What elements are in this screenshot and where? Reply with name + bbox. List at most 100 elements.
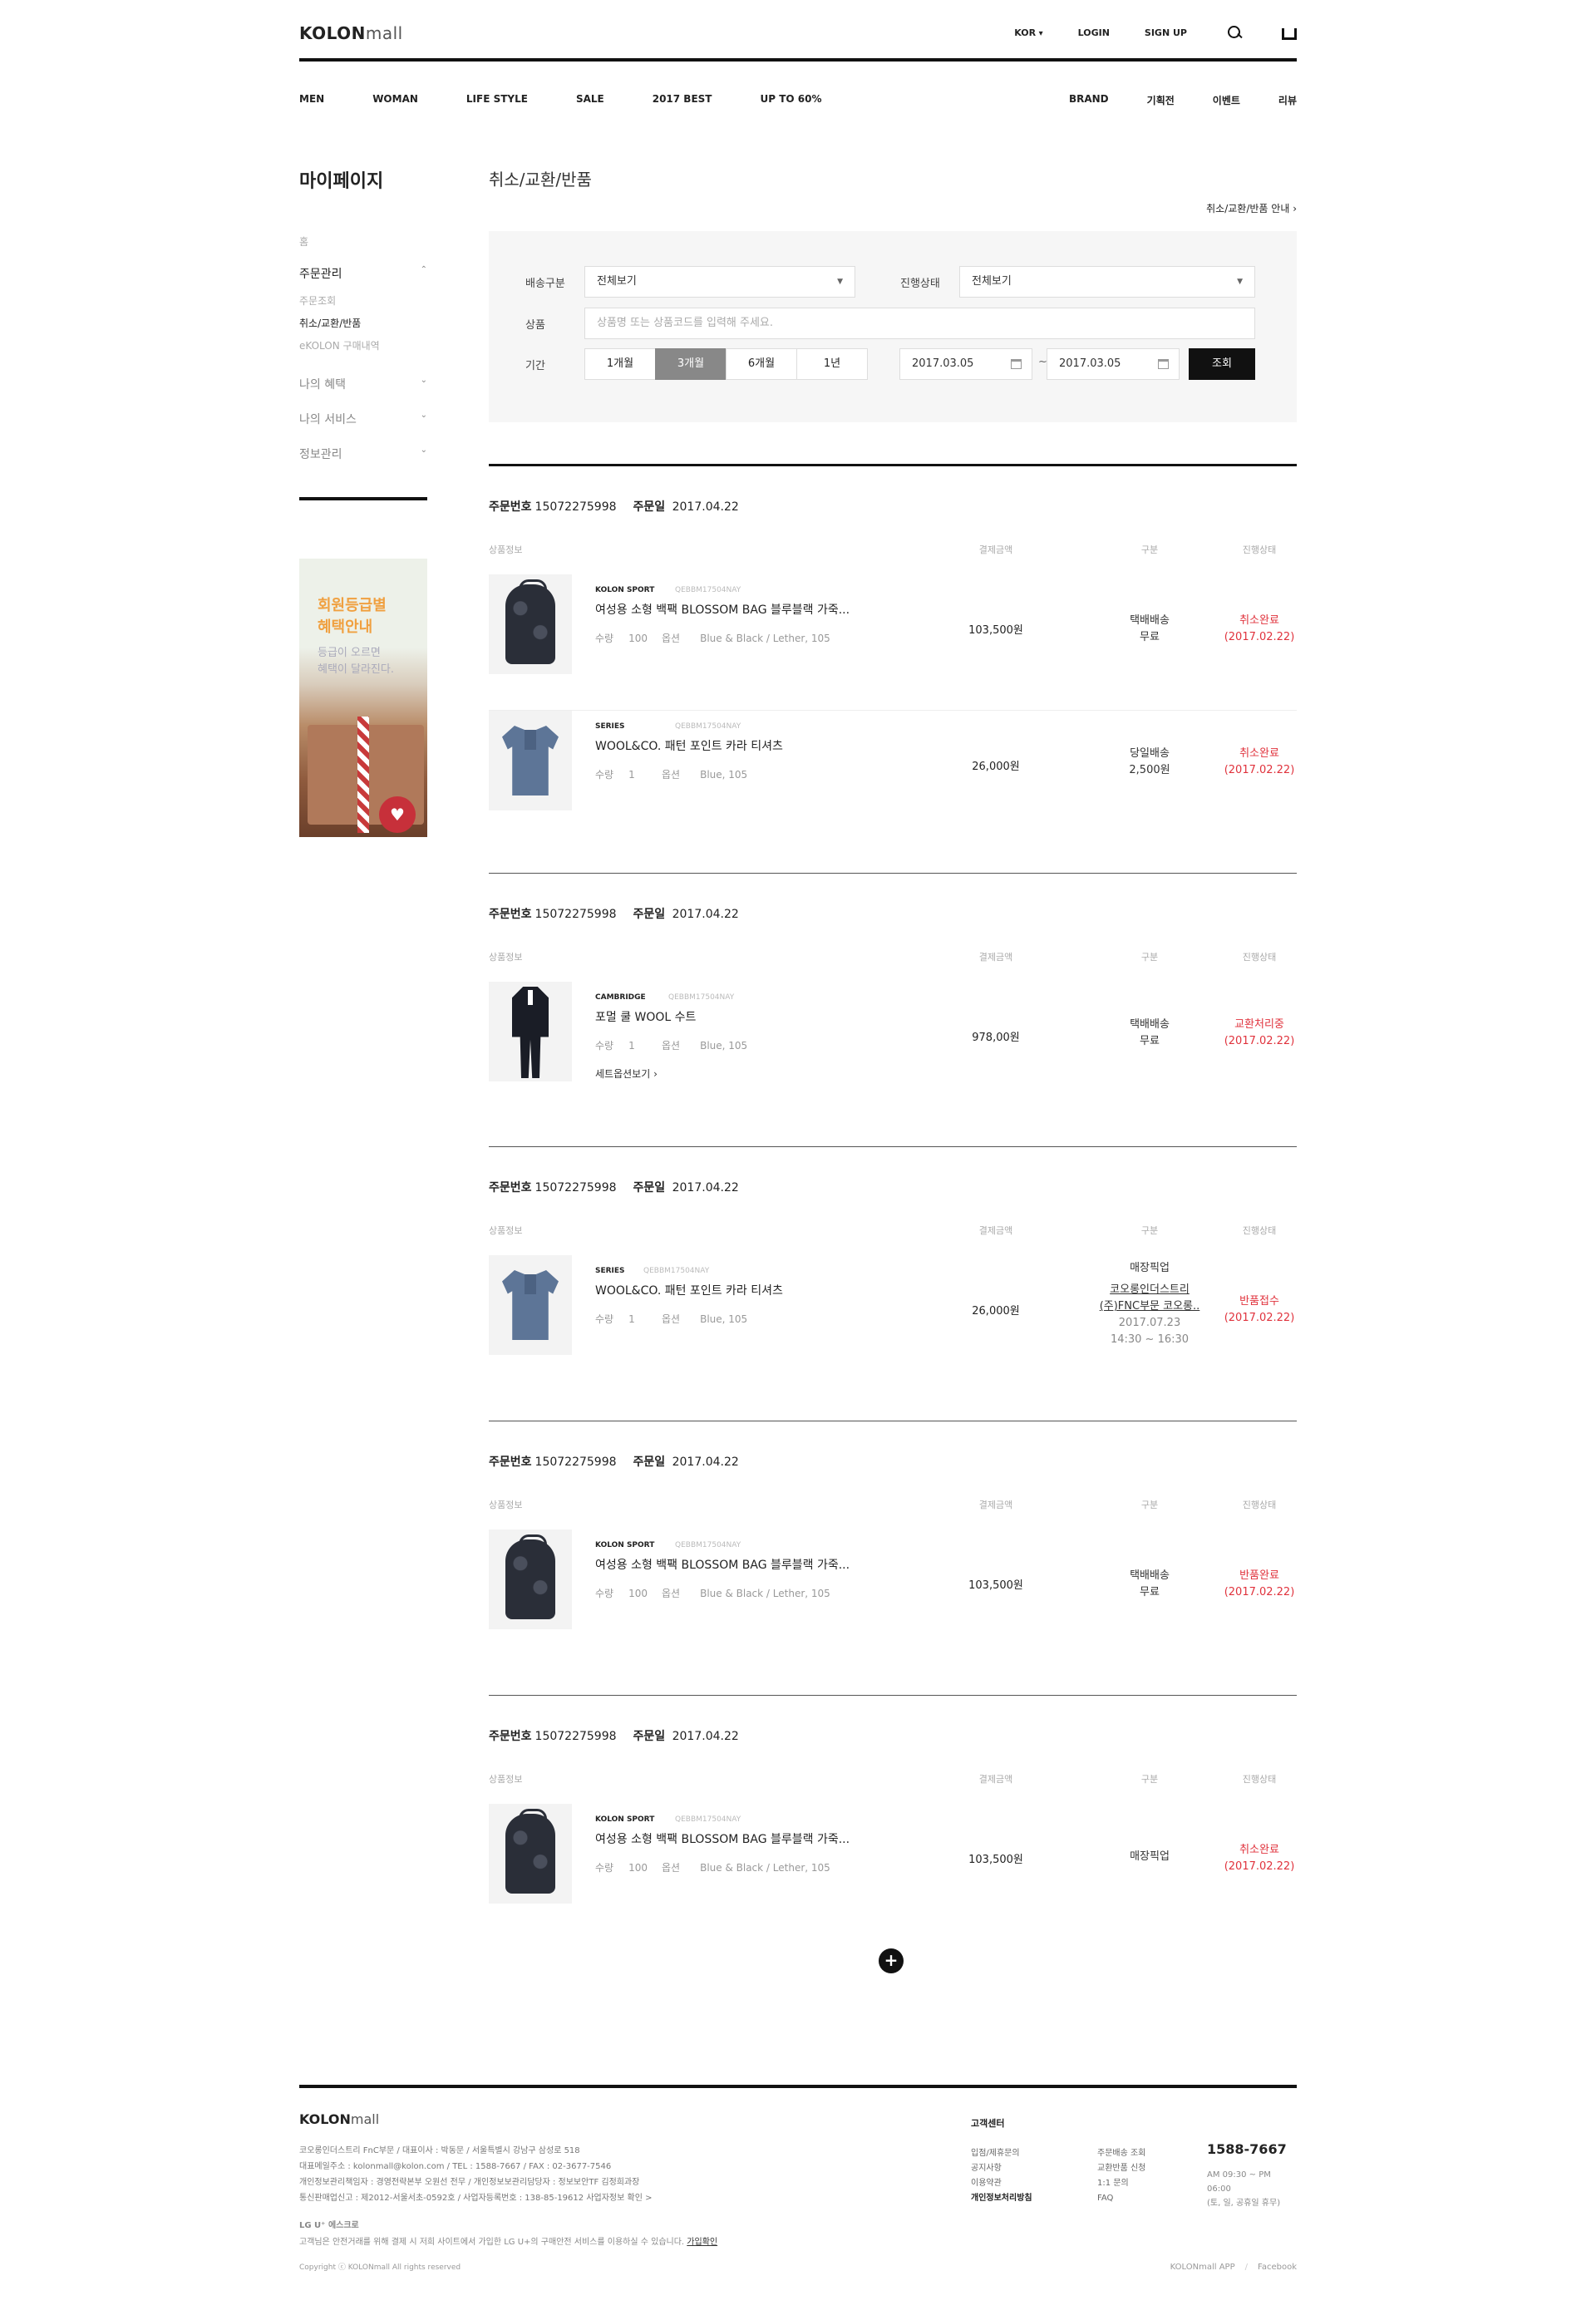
- item-ship: 택배배송 무료: [1130, 1018, 1170, 1047]
- period-label: 기간: [525, 360, 545, 372]
- col-info: 상품정보: [489, 1774, 523, 1785]
- ship-type-label: 배송구분: [525, 278, 565, 290]
- nav-brand[interactable]: BRAND: [1069, 93, 1109, 107]
- language-select[interactable]: KOR: [1014, 27, 1042, 38]
- period-1m[interactable]: 1개월: [584, 348, 656, 380]
- nav-men[interactable]: MEN: [299, 93, 324, 105]
- nav-sale[interactable]: SALE: [576, 93, 604, 105]
- item-brand: SERIES: [595, 722, 625, 731]
- sidebar-group-services[interactable]: 나의 서비스 ⌄: [299, 411, 427, 427]
- nav-2017-best[interactable]: 2017 BEST: [653, 93, 712, 105]
- footer-logo[interactable]: KOLONmall: [299, 2111, 379, 2127]
- chevron-down-icon: ⌄: [420, 376, 427, 385]
- col-price: 결제금액: [978, 544, 1013, 555]
- pickup-store-link[interactable]: (주)FNC부문 코오롱..: [1100, 1300, 1200, 1313]
- item-name[interactable]: WOOL&CO. 패턴 포인트 카라 티셔츠: [595, 1282, 783, 1298]
- footer-links-col1: 입점/제휴문의 공지사항 이용약관 개인정보처리방침: [971, 2146, 1032, 2206]
- sidebar-item-ekolon[interactable]: eKOLON 구매내역: [299, 338, 427, 352]
- col-status: 진행상태: [1242, 952, 1277, 963]
- footer-link[interactable]: FAQ: [1097, 2191, 1145, 2206]
- status-select[interactable]: 전체보기 ▼: [959, 266, 1255, 298]
- col-status: 진행상태: [1242, 544, 1277, 555]
- sidebar-item-cancel-exchange[interactable]: 취소/교환/반품: [299, 316, 427, 330]
- item-price: 103,500원: [968, 1854, 1023, 1866]
- col-type: 구분: [1140, 952, 1159, 963]
- product-search-input[interactable]: 상품명 또는 상품코드를 입력해 주세요.: [584, 308, 1255, 339]
- item-code: QEBBM17504NAY: [675, 1815, 741, 1824]
- item-name[interactable]: 포멀 쿨 WOOL 수트: [595, 1008, 696, 1025]
- footer-link[interactable]: 입점/제휴문의: [971, 2146, 1032, 2161]
- product-thumbnail[interactable]: [489, 1529, 572, 1629]
- item-option: 옵션 Blue & Black / Lether, 105: [662, 1588, 830, 1599]
- logo[interactable]: KOLONmall: [299, 23, 403, 43]
- customer-center-title: 고객센터: [971, 2118, 1005, 2129]
- chevron-up-icon: ⌃: [420, 265, 427, 274]
- period-3m[interactable]: 3개월: [655, 348, 727, 380]
- footer-link[interactable]: 교환반품 신청: [1097, 2161, 1145, 2176]
- nav-up-to-60[interactable]: UP TO 60%: [760, 93, 821, 105]
- order-block: 주문번호 15072275998 주문일 2017.04.22 상품정보 결제금액 …: [489, 1695, 1297, 1944]
- search-icon[interactable]: [1227, 25, 1242, 40]
- product-thumbnail[interactable]: [489, 574, 572, 674]
- item-name[interactable]: WOOL&CO. 패턴 포인트 카라 티셔츠: [595, 737, 783, 754]
- pickup-store-link[interactable]: 코오롱인더스트리: [1110, 1283, 1190, 1296]
- footer-link[interactable]: 이용약관: [971, 2176, 1032, 2191]
- login-link[interactable]: LOGIN: [1078, 27, 1110, 38]
- sidebar-group-info[interactable]: 정보관리 ⌄: [299, 446, 427, 462]
- period-1y[interactable]: 1년: [796, 348, 868, 380]
- membership-banner[interactable]: 회원등급별 혜택안내 등급이 오르면 혜택이 달라진다. ♥: [299, 559, 427, 837]
- sidebar-home[interactable]: 홈: [299, 234, 427, 249]
- nav-exhibition[interactable]: 기획전: [1147, 93, 1175, 107]
- item-status: 반품접수 (2017.02.22): [1224, 1295, 1295, 1324]
- load-more-button[interactable]: +: [879, 1948, 904, 1973]
- item-name[interactable]: 여성용 소형 백팩 BLOSSOM BAG 블루블랙 가죽...: [595, 601, 850, 618]
- col-type: 구분: [1140, 544, 1159, 555]
- facebook-link[interactable]: Facebook: [1258, 2263, 1297, 2272]
- ship-type-select[interactable]: 전체보기 ▼: [584, 266, 855, 298]
- lgu-escrow-badge: LG U⁺ 에스크로: [299, 2221, 359, 2230]
- guide-link[interactable]: 취소/교환/반품 안내 ›: [1206, 201, 1297, 215]
- app-link[interactable]: KOLONmall APP: [1170, 2263, 1235, 2272]
- item-qty: 수량 1: [595, 1040, 635, 1052]
- product-thumbnail[interactable]: [489, 1804, 572, 1904]
- item-qty: 수량 100: [595, 1862, 648, 1874]
- product-thumbnail[interactable]: [489, 1255, 572, 1355]
- sidebar-group-order[interactable]: 주문관리 ⌃: [299, 265, 427, 282]
- item-option: 옵션 Blue, 105: [662, 769, 748, 781]
- nav-woman[interactable]: WOMAN: [372, 93, 418, 105]
- nav-lifestyle[interactable]: LIFE STYLE: [466, 93, 528, 105]
- date-to-input[interactable]: 2017.03.05: [1047, 348, 1180, 380]
- footer-link[interactable]: 주문배송 조회: [1097, 2146, 1145, 2161]
- item-qty: 수량 1: [595, 769, 635, 781]
- escrow-confirm-link[interactable]: 가입확인: [687, 2238, 717, 2247]
- footer-link[interactable]: 개인정보처리방침: [971, 2191, 1032, 2206]
- order-item: KOLON SPORT QEBBM17504NAY 여성용 소형 백팩 BLOS…: [489, 1529, 1297, 1666]
- item-code: QEBBM17504NAY: [675, 1541, 741, 1549]
- item-name[interactable]: 여성용 소형 백팩 BLOSSOM BAG 블루블랙 가죽...: [595, 1556, 850, 1573]
- item-ship: 당일배송 2,500원: [1129, 747, 1170, 776]
- banner-desc: 등급이 오르면 혜택이 달라진다.: [318, 647, 394, 676]
- polo-shirt-image: [502, 1270, 559, 1340]
- nav-review[interactable]: 리뷰: [1278, 93, 1297, 107]
- product-thumbnail[interactable]: [489, 982, 572, 1081]
- bag-icon[interactable]: [1282, 28, 1297, 40]
- set-option-link[interactable]: 세트옵션보기 ›: [595, 1066, 658, 1081]
- period-buttons: 1개월 3개월 6개월 1년: [584, 348, 868, 380]
- sidebar-item-order-lookup[interactable]: 주문조회: [299, 293, 427, 308]
- copyright: Copyright ⓒ KOLONmall All rights reserve…: [299, 2263, 461, 2272]
- item-name[interactable]: 여성용 소형 백팩 BLOSSOM BAG 블루블랙 가죽...: [595, 1830, 850, 1847]
- footer-link[interactable]: 1:1 문의: [1097, 2176, 1145, 2191]
- item-code: QEBBM17504NAY: [675, 586, 741, 594]
- status-label: 진행상태: [900, 278, 940, 290]
- col-price: 결제금액: [978, 1225, 1013, 1236]
- nav-event[interactable]: 이벤트: [1213, 93, 1240, 107]
- main-nav: MEN WOMAN LIFE STYLE SALE 2017 BEST UP T…: [299, 93, 1297, 110]
- signup-link[interactable]: SIGN UP: [1145, 27, 1187, 38]
- search-button[interactable]: 조회: [1189, 348, 1255, 380]
- period-6m[interactable]: 6개월: [726, 348, 797, 380]
- item-brand: SERIES: [595, 1267, 625, 1275]
- date-from-input[interactable]: 2017.03.05: [899, 348, 1032, 380]
- footer-link[interactable]: 공지사항: [971, 2161, 1032, 2176]
- product-thumbnail[interactable]: [489, 711, 572, 810]
- sidebar-group-benefits[interactable]: 나의 혜택 ⌄: [299, 376, 427, 392]
